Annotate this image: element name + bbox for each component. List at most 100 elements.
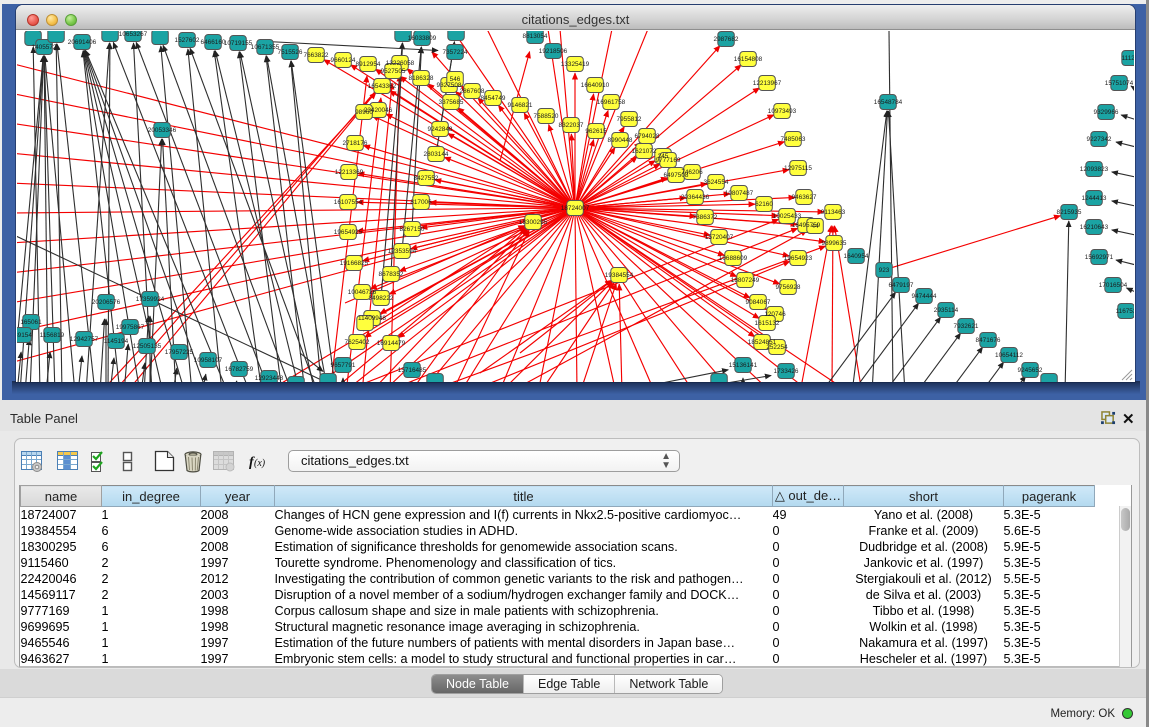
svg-text:7485063: 7485063	[781, 136, 806, 143]
svg-text:1621072: 1621072	[632, 148, 657, 155]
svg-text:16961758: 16961758	[597, 99, 626, 106]
svg-text:7955812: 7955812	[617, 116, 642, 123]
svg-text:13325419: 13325419	[561, 61, 590, 68]
svg-text:1733426: 1733426	[774, 368, 799, 375]
svg-text:12942757: 12942757	[70, 336, 99, 343]
svg-text:7663822: 7663822	[304, 52, 329, 59]
svg-text:18300295: 18300295	[519, 219, 548, 226]
svg-text:2803144: 2803144	[424, 151, 449, 158]
svg-text:7357224: 7357224	[443, 49, 468, 56]
svg-text:3375685: 3375685	[439, 99, 464, 106]
svg-text:16154808: 16154808	[734, 56, 763, 63]
svg-text:15720407: 15720407	[705, 234, 734, 241]
svg-text:1527602: 1527602	[175, 37, 200, 44]
svg-text:165061: 165061	[20, 319, 42, 326]
svg-text:15751074: 15751074	[1105, 80, 1134, 87]
svg-text:16640910: 16640910	[581, 82, 610, 89]
svg-text:1244413: 1244413	[1082, 195, 1107, 202]
svg-text:20206576: 20206576	[92, 299, 121, 306]
svg-text:16107554: 16107554	[334, 199, 363, 206]
svg-text:19384554: 19384554	[605, 272, 634, 279]
svg-text:7515526: 7515526	[278, 49, 303, 56]
svg-text:9146821: 9146821	[508, 102, 533, 109]
svg-text:10688609: 10688609	[719, 255, 748, 262]
svg-text:10958107: 10958107	[194, 357, 223, 364]
svg-text:18724007: 18724007	[561, 205, 590, 212]
svg-text:1405572: 1405572	[32, 44, 57, 51]
svg-text:15136141: 15136141	[729, 362, 758, 369]
svg-text:20053346: 20053346	[148, 127, 177, 134]
svg-text:44: 44	[811, 223, 819, 230]
svg-text:(x): (x)	[254, 458, 266, 469]
svg-text:13226058: 13226058	[386, 60, 415, 67]
svg-text:3624554: 3624554	[704, 179, 729, 186]
svg-text:116753: 116753	[1116, 308, 1134, 315]
svg-text:9899635: 9899635	[822, 240, 847, 247]
svg-text:9242848: 9242848	[428, 126, 453, 133]
svg-text:9527505: 9527505	[381, 68, 406, 75]
svg-text:12093823: 12093823	[1080, 166, 1109, 173]
svg-text:546: 546	[450, 76, 461, 83]
svg-text:12923448: 12923448	[255, 375, 284, 382]
svg-text:8813054: 8813054	[523, 33, 548, 40]
svg-text:7588520: 7588520	[534, 113, 559, 120]
svg-text:8267150: 8267150	[400, 226, 425, 233]
svg-text:3498222: 3498222	[369, 295, 394, 302]
svg-text:8454749: 8454749	[481, 95, 506, 102]
svg-text:6466160: 6466160	[201, 39, 226, 46]
svg-text:9227342: 9227342	[1087, 136, 1112, 143]
svg-text:962615: 962615	[585, 128, 607, 135]
svg-text:10671355: 10671355	[251, 44, 280, 51]
svg-text:923: 923	[879, 267, 890, 274]
svg-text:16033809: 16033809	[408, 35, 437, 42]
svg-text:6794028: 6794028	[635, 133, 660, 140]
svg-text:9463627: 9463627	[792, 194, 817, 201]
svg-text:9245652: 9245652	[1018, 367, 1043, 374]
svg-text:39154: 39154	[17, 332, 32, 339]
svg-text:15716485: 15716485	[398, 367, 427, 374]
svg-text:19218506: 19218506	[539, 48, 568, 55]
svg-text:7386372: 7386372	[693, 214, 718, 221]
svg-text:15692971: 15692971	[1085, 254, 1114, 261]
svg-text:20691406: 20691406	[68, 39, 97, 46]
svg-text:6479197: 6479197	[889, 282, 914, 289]
svg-text:8912954: 8912954	[356, 61, 381, 68]
svg-text:9660124: 9660124	[331, 57, 356, 64]
svg-text:8678352: 8678352	[379, 271, 404, 278]
svg-text:9777169: 9777169	[656, 157, 681, 164]
svg-text:7932621: 7932621	[954, 323, 979, 330]
svg-text:17957225: 17957225	[165, 349, 194, 356]
svg-text:62160: 62160	[755, 201, 773, 208]
svg-text:252254: 252254	[766, 344, 788, 351]
svg-text:1615132: 1615132	[755, 320, 780, 327]
svg-text:8427552: 8427552	[414, 175, 439, 182]
svg-text:10973493: 10973493	[768, 108, 797, 115]
svg-text:9113463: 9113463	[821, 209, 846, 216]
svg-text:8322037: 8322037	[559, 122, 584, 129]
svg-text:18807249: 18807249	[731, 277, 760, 284]
svg-text:16548784: 16548784	[874, 99, 903, 106]
svg-text:9756928: 9756928	[776, 284, 801, 291]
svg-text:2718176: 2718176	[343, 140, 368, 147]
svg-text:20364436: 20364436	[681, 194, 710, 201]
svg-text:16914479: 16914479	[377, 340, 406, 347]
svg-text:9474444: 9474444	[912, 293, 937, 300]
svg-text:10654112: 10654112	[995, 352, 1023, 359]
svg-text:10025433: 10025433	[773, 213, 802, 220]
svg-text:746206: 746206	[681, 169, 703, 176]
svg-text:19654925: 19654925	[334, 229, 363, 236]
svg-text:10719155: 10719155	[224, 40, 253, 47]
svg-text:16543362: 16543362	[368, 83, 397, 90]
svg-text:2935114: 2935114	[934, 307, 959, 314]
svg-text:19166825: 19166825	[340, 260, 369, 267]
svg-text:17359924: 17359924	[136, 296, 165, 303]
svg-text:98960: 98960	[355, 109, 373, 116]
svg-text:11409948: 11409948	[358, 315, 386, 322]
svg-text:9329966: 9329966	[1094, 109, 1119, 116]
svg-text:19654923: 19654923	[784, 255, 813, 262]
svg-text:12505135: 12505135	[133, 343, 162, 350]
svg-text:8471676: 8471676	[976, 337, 1001, 344]
svg-text:17016504: 17016504	[1099, 282, 1128, 289]
svg-text:11120: 11120	[1122, 55, 1134, 62]
svg-text:9084067: 9084067	[746, 299, 771, 306]
